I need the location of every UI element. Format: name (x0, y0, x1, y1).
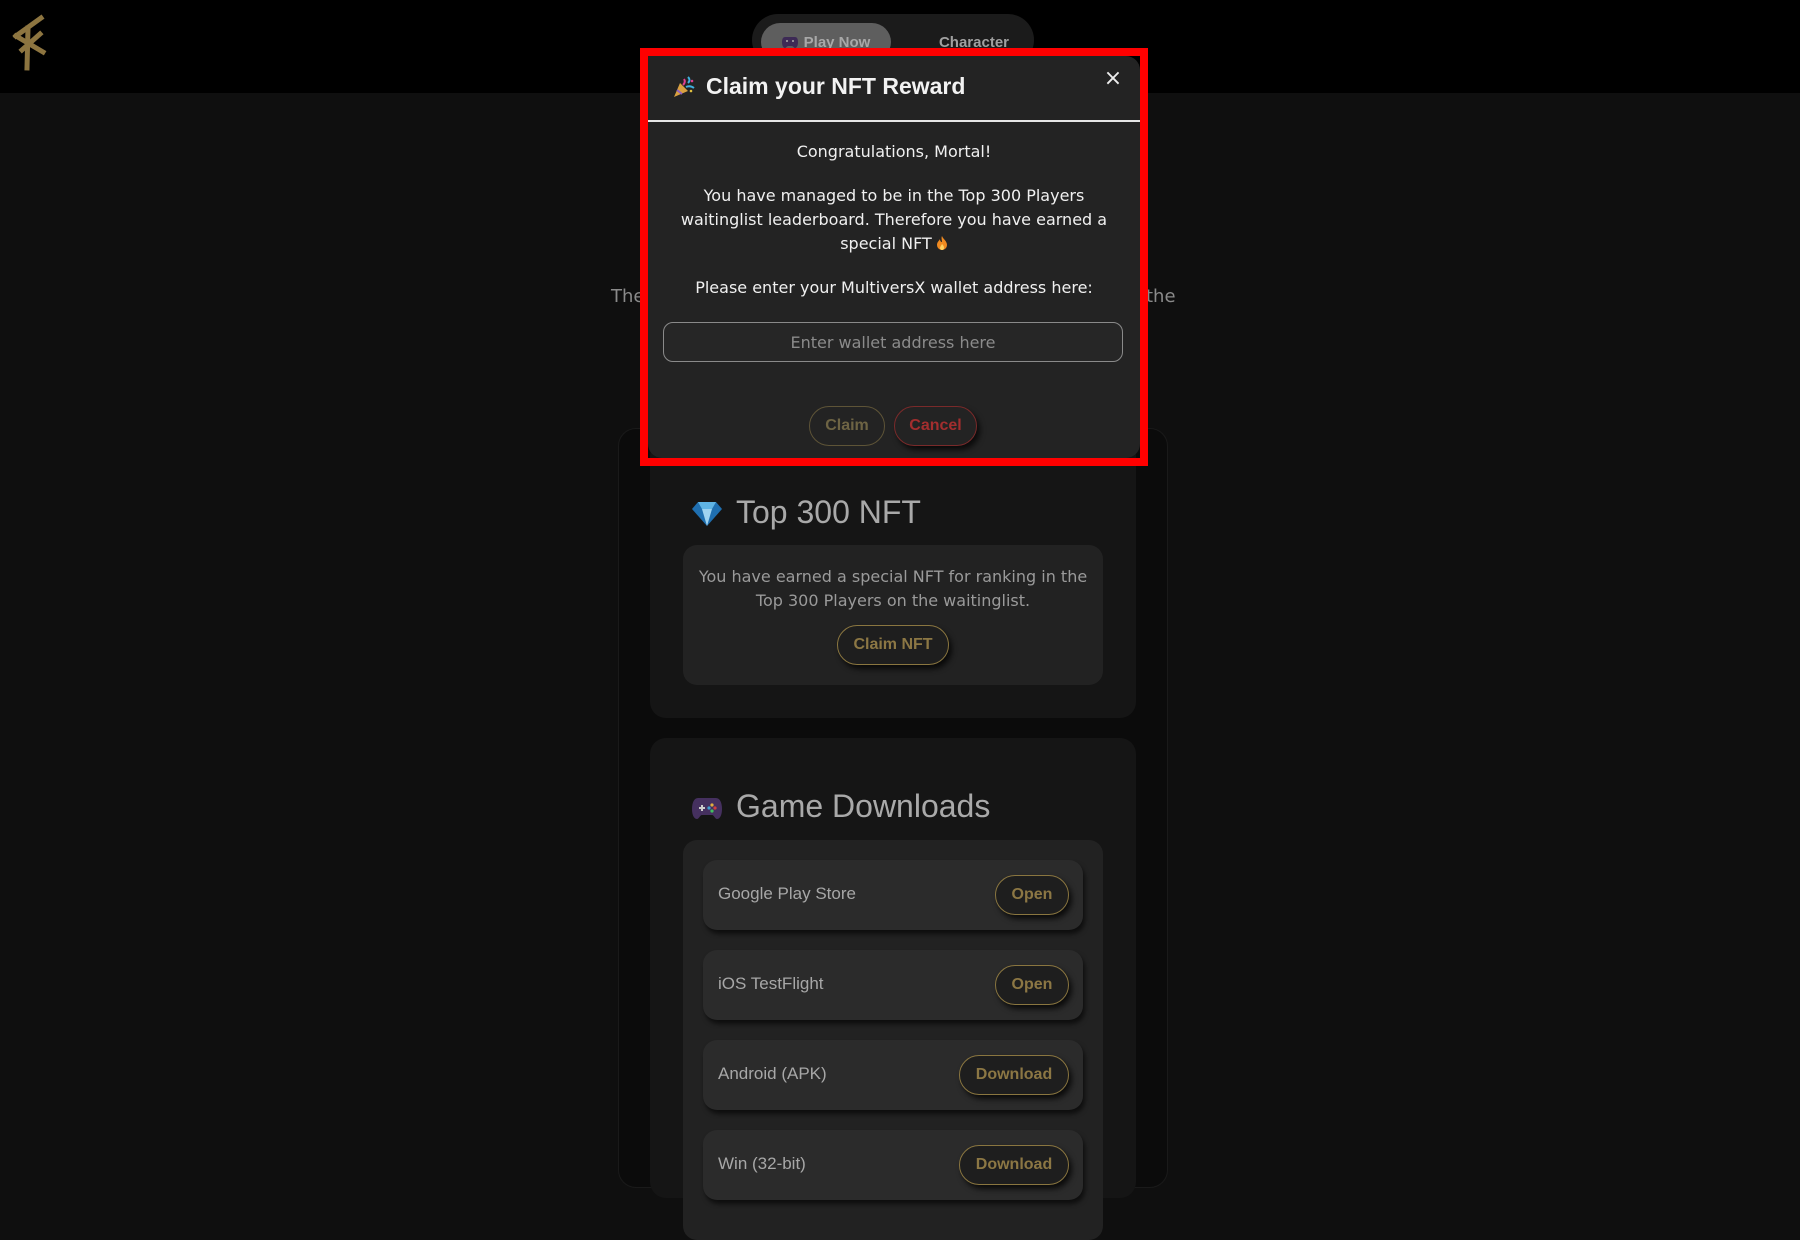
nft-info-box: You have earned a special NFT for rankin… (683, 545, 1103, 685)
download-item: Google Play Store Open (703, 860, 1083, 930)
download-item: Win (32-bit) Download (703, 1130, 1083, 1200)
downloads-card-title: Game Downloads (692, 788, 990, 825)
download-android-apk-button[interactable]: Download (959, 1055, 1069, 1095)
cancel-button[interactable]: Cancel (894, 406, 977, 446)
download-item-label: Win (32-bit) (718, 1154, 806, 1173)
fire-icon (936, 236, 947, 250)
nft-description: You have earned a special NFT for rankin… (698, 567, 1088, 610)
party-popper-icon (674, 75, 695, 97)
download-item-label: Android (APK) (718, 1064, 827, 1083)
open-ios-testflight-button[interactable]: Open (995, 965, 1069, 1005)
modal-divider (648, 120, 1140, 122)
modal-prompt: Please enter your MultiversX wallet addr… (695, 278, 1093, 297)
nft-card-title-text: Top 300 NFT (736, 494, 921, 530)
gamepad-icon (692, 797, 722, 819)
download-win32-button[interactable]: Download (959, 1145, 1069, 1185)
downloads-card-title-text: Game Downloads (736, 788, 991, 824)
rune-logo-icon[interactable] (10, 14, 50, 72)
open-google-play-button[interactable]: Open (995, 875, 1069, 915)
download-item: Android (APK) Download (703, 1040, 1083, 1110)
close-icon[interactable]: × (1100, 66, 1126, 92)
modal-body: Congratulations, Mortal! You have manage… (668, 140, 1120, 320)
nft-card-title: Top 300 NFT (692, 494, 921, 531)
download-item-label: iOS TestFlight (718, 974, 824, 993)
nft-card: Top 300 NFT You have earned a special NF… (650, 440, 1136, 718)
downloads-list: Google Play Store Open iOS TestFlight Op… (683, 840, 1103, 1240)
wallet-address-input[interactable] (663, 322, 1123, 362)
gem-icon (692, 501, 722, 526)
claim-button[interactable]: Claim (809, 406, 885, 446)
modal-title-text: Claim your NFT Reward (706, 73, 966, 99)
download-item-label: Google Play Store (718, 884, 856, 903)
modal-greeting: Congratulations, Mortal! (796, 142, 992, 161)
gamepad-icon (781, 37, 798, 48)
download-item: iOS TestFlight Open (703, 950, 1083, 1020)
modal-title: Claim your NFT Reward (672, 73, 965, 100)
downloads-card: Game Downloads Google Play Store Open iO… (650, 738, 1136, 1240)
background-text-right: the (1146, 286, 1176, 307)
modal-message: You have managed to be in the Top 300 Pl… (680, 186, 1108, 253)
claim-nft-modal: Claim your NFT Reward × Congratulations,… (648, 56, 1140, 458)
modal-message-wrap: You have managed to be in the Top 300 Pl… (668, 184, 1120, 256)
claim-nft-button[interactable]: Claim NFT (837, 625, 949, 665)
